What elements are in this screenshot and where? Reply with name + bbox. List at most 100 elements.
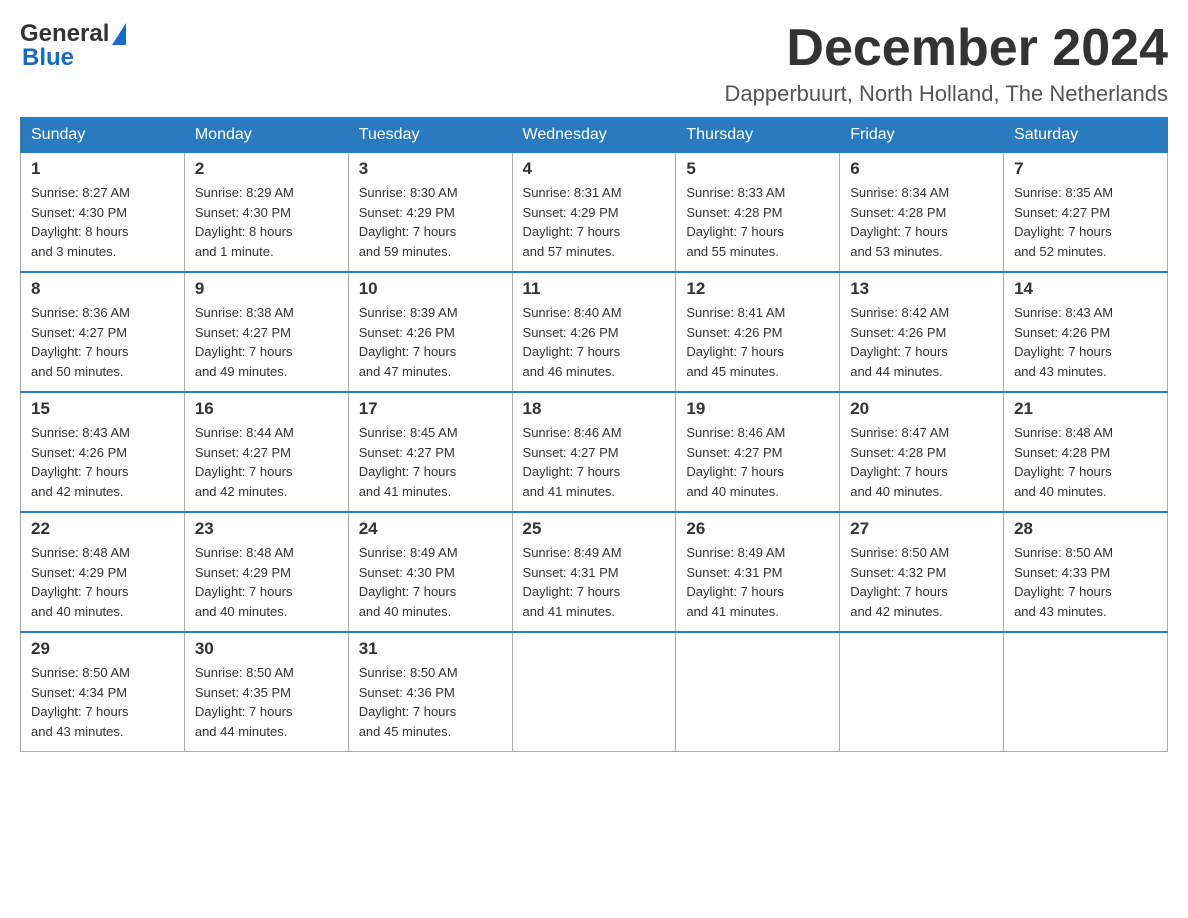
calendar-cell: 23 Sunrise: 8:48 AM Sunset: 4:29 PM Dayl… xyxy=(184,512,348,632)
day-number: 16 xyxy=(195,399,338,419)
calendar-cell: 11 Sunrise: 8:40 AM Sunset: 4:26 PM Dayl… xyxy=(512,272,676,392)
day-number: 23 xyxy=(195,519,338,539)
calendar-cell: 28 Sunrise: 8:50 AM Sunset: 4:33 PM Dayl… xyxy=(1004,512,1168,632)
day-number: 3 xyxy=(359,159,502,179)
day-number: 24 xyxy=(359,519,502,539)
weekday-header-friday: Friday xyxy=(840,118,1004,153)
calendar-cell: 25 Sunrise: 8:49 AM Sunset: 4:31 PM Dayl… xyxy=(512,512,676,632)
calendar-cell: 4 Sunrise: 8:31 AM Sunset: 4:29 PM Dayli… xyxy=(512,153,676,273)
logo-blue-text: Blue xyxy=(20,44,74,72)
day-info: Sunrise: 8:50 AM Sunset: 4:34 PM Dayligh… xyxy=(31,663,174,741)
day-number: 22 xyxy=(31,519,174,539)
day-number: 29 xyxy=(31,639,174,659)
day-info: Sunrise: 8:42 AM Sunset: 4:26 PM Dayligh… xyxy=(850,303,993,381)
day-info: Sunrise: 8:35 AM Sunset: 4:27 PM Dayligh… xyxy=(1014,183,1157,261)
weekday-header-row: SundayMondayTuesdayWednesdayThursdayFrid… xyxy=(21,118,1168,153)
day-info: Sunrise: 8:39 AM Sunset: 4:26 PM Dayligh… xyxy=(359,303,502,381)
day-info: Sunrise: 8:30 AM Sunset: 4:29 PM Dayligh… xyxy=(359,183,502,261)
day-info: Sunrise: 8:48 AM Sunset: 4:29 PM Dayligh… xyxy=(31,543,174,621)
day-info: Sunrise: 8:49 AM Sunset: 4:30 PM Dayligh… xyxy=(359,543,502,621)
day-info: Sunrise: 8:50 AM Sunset: 4:33 PM Dayligh… xyxy=(1014,543,1157,621)
day-number: 28 xyxy=(1014,519,1157,539)
day-info: Sunrise: 8:46 AM Sunset: 4:27 PM Dayligh… xyxy=(686,423,829,501)
week-row-5: 29 Sunrise: 8:50 AM Sunset: 4:34 PM Dayl… xyxy=(21,632,1168,752)
day-info: Sunrise: 8:50 AM Sunset: 4:36 PM Dayligh… xyxy=(359,663,502,741)
day-info: Sunrise: 8:50 AM Sunset: 4:35 PM Dayligh… xyxy=(195,663,338,741)
day-info: Sunrise: 8:41 AM Sunset: 4:26 PM Dayligh… xyxy=(686,303,829,381)
weekday-header-wednesday: Wednesday xyxy=(512,118,676,153)
day-number: 2 xyxy=(195,159,338,179)
calendar-cell: 19 Sunrise: 8:46 AM Sunset: 4:27 PM Dayl… xyxy=(676,392,840,512)
day-number: 19 xyxy=(686,399,829,419)
calendar-cell: 7 Sunrise: 8:35 AM Sunset: 4:27 PM Dayli… xyxy=(1004,153,1168,273)
day-number: 6 xyxy=(850,159,993,179)
day-info: Sunrise: 8:46 AM Sunset: 4:27 PM Dayligh… xyxy=(523,423,666,501)
calendar-cell: 17 Sunrise: 8:45 AM Sunset: 4:27 PM Dayl… xyxy=(348,392,512,512)
calendar-cell: 14 Sunrise: 8:43 AM Sunset: 4:26 PM Dayl… xyxy=(1004,272,1168,392)
calendar-cell: 2 Sunrise: 8:29 AM Sunset: 4:30 PM Dayli… xyxy=(184,153,348,273)
day-number: 20 xyxy=(850,399,993,419)
weekday-header-monday: Monday xyxy=(184,118,348,153)
day-info: Sunrise: 8:43 AM Sunset: 4:26 PM Dayligh… xyxy=(1014,303,1157,381)
weekday-header-thursday: Thursday xyxy=(676,118,840,153)
day-number: 12 xyxy=(686,279,829,299)
weekday-header-saturday: Saturday xyxy=(1004,118,1168,153)
day-number: 4 xyxy=(523,159,666,179)
day-number: 14 xyxy=(1014,279,1157,299)
calendar-cell: 9 Sunrise: 8:38 AM Sunset: 4:27 PM Dayli… xyxy=(184,272,348,392)
calendar-cell xyxy=(512,632,676,752)
day-info: Sunrise: 8:40 AM Sunset: 4:26 PM Dayligh… xyxy=(523,303,666,381)
day-number: 18 xyxy=(523,399,666,419)
day-number: 10 xyxy=(359,279,502,299)
calendar-cell: 3 Sunrise: 8:30 AM Sunset: 4:29 PM Dayli… xyxy=(348,153,512,273)
day-number: 26 xyxy=(686,519,829,539)
day-info: Sunrise: 8:49 AM Sunset: 4:31 PM Dayligh… xyxy=(686,543,829,621)
day-info: Sunrise: 8:31 AM Sunset: 4:29 PM Dayligh… xyxy=(523,183,666,261)
day-number: 21 xyxy=(1014,399,1157,419)
day-info: Sunrise: 8:45 AM Sunset: 4:27 PM Dayligh… xyxy=(359,423,502,501)
week-row-2: 8 Sunrise: 8:36 AM Sunset: 4:27 PM Dayli… xyxy=(21,272,1168,392)
calendar-table: SundayMondayTuesdayWednesdayThursdayFrid… xyxy=(20,117,1168,752)
page-header: General Blue December 2024 Dapperbuurt, … xyxy=(20,20,1168,107)
day-info: Sunrise: 8:43 AM Sunset: 4:26 PM Dayligh… xyxy=(31,423,174,501)
day-number: 25 xyxy=(523,519,666,539)
calendar-cell: 27 Sunrise: 8:50 AM Sunset: 4:32 PM Dayl… xyxy=(840,512,1004,632)
logo-triangle-icon xyxy=(112,23,126,45)
weekday-header-sunday: Sunday xyxy=(21,118,185,153)
day-info: Sunrise: 8:48 AM Sunset: 4:29 PM Dayligh… xyxy=(195,543,338,621)
calendar-cell xyxy=(840,632,1004,752)
day-number: 11 xyxy=(523,279,666,299)
day-info: Sunrise: 8:47 AM Sunset: 4:28 PM Dayligh… xyxy=(850,423,993,501)
day-number: 7 xyxy=(1014,159,1157,179)
calendar-cell: 22 Sunrise: 8:48 AM Sunset: 4:29 PM Dayl… xyxy=(21,512,185,632)
day-info: Sunrise: 8:49 AM Sunset: 4:31 PM Dayligh… xyxy=(523,543,666,621)
calendar-cell: 10 Sunrise: 8:39 AM Sunset: 4:26 PM Dayl… xyxy=(348,272,512,392)
day-info: Sunrise: 8:33 AM Sunset: 4:28 PM Dayligh… xyxy=(686,183,829,261)
calendar-cell: 30 Sunrise: 8:50 AM Sunset: 4:35 PM Dayl… xyxy=(184,632,348,752)
day-number: 30 xyxy=(195,639,338,659)
day-info: Sunrise: 8:38 AM Sunset: 4:27 PM Dayligh… xyxy=(195,303,338,381)
day-info: Sunrise: 8:29 AM Sunset: 4:30 PM Dayligh… xyxy=(195,183,338,261)
day-info: Sunrise: 8:48 AM Sunset: 4:28 PM Dayligh… xyxy=(1014,423,1157,501)
day-number: 9 xyxy=(195,279,338,299)
calendar-cell: 20 Sunrise: 8:47 AM Sunset: 4:28 PM Dayl… xyxy=(840,392,1004,512)
day-info: Sunrise: 8:27 AM Sunset: 4:30 PM Dayligh… xyxy=(31,183,174,261)
day-info: Sunrise: 8:36 AM Sunset: 4:27 PM Dayligh… xyxy=(31,303,174,381)
calendar-cell: 24 Sunrise: 8:49 AM Sunset: 4:30 PM Dayl… xyxy=(348,512,512,632)
calendar-cell: 5 Sunrise: 8:33 AM Sunset: 4:28 PM Dayli… xyxy=(676,153,840,273)
calendar-cell xyxy=(676,632,840,752)
week-row-1: 1 Sunrise: 8:27 AM Sunset: 4:30 PM Dayli… xyxy=(21,153,1168,273)
calendar-cell: 16 Sunrise: 8:44 AM Sunset: 4:27 PM Dayl… xyxy=(184,392,348,512)
day-number: 5 xyxy=(686,159,829,179)
logo: General Blue xyxy=(20,20,126,72)
week-row-3: 15 Sunrise: 8:43 AM Sunset: 4:26 PM Dayl… xyxy=(21,392,1168,512)
calendar-cell: 8 Sunrise: 8:36 AM Sunset: 4:27 PM Dayli… xyxy=(21,272,185,392)
day-number: 17 xyxy=(359,399,502,419)
day-number: 31 xyxy=(359,639,502,659)
calendar-cell: 18 Sunrise: 8:46 AM Sunset: 4:27 PM Dayl… xyxy=(512,392,676,512)
day-number: 27 xyxy=(850,519,993,539)
day-info: Sunrise: 8:50 AM Sunset: 4:32 PM Dayligh… xyxy=(850,543,993,621)
calendar-cell: 29 Sunrise: 8:50 AM Sunset: 4:34 PM Dayl… xyxy=(21,632,185,752)
day-info: Sunrise: 8:44 AM Sunset: 4:27 PM Dayligh… xyxy=(195,423,338,501)
day-number: 8 xyxy=(31,279,174,299)
